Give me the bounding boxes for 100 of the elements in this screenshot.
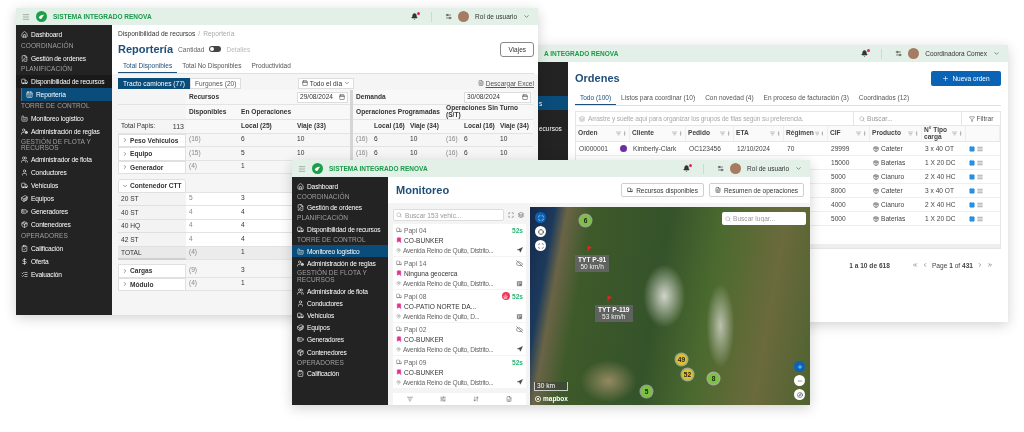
first-page-icon[interactable] (911, 262, 918, 268)
person-icon (297, 299, 304, 307)
bookmark-icon (396, 369, 402, 375)
truck-icon (396, 260, 402, 266)
truck-icon (627, 187, 634, 193)
page-title: Ordenes (575, 72, 620, 84)
filter-icon[interactable] (720, 131, 725, 136)
scan-icon[interactable] (508, 212, 514, 218)
settings-icon[interactable] (895, 50, 903, 57)
calendar-icon (522, 94, 528, 100)
more-icon[interactable] (862, 131, 867, 136)
more-icon[interactable] (914, 131, 919, 136)
document-pen-icon (21, 54, 28, 62)
flag-marker-icon (607, 295, 613, 302)
search-icon (396, 212, 402, 218)
package-icon (873, 173, 879, 180)
more-icon[interactable] (726, 131, 731, 136)
fullscreen-icon (537, 214, 544, 221)
last-page-icon[interactable] (987, 262, 993, 268)
more-icon[interactable] (820, 131, 825, 136)
chevron-down-icon[interactable] (795, 165, 802, 172)
person-icon (21, 169, 28, 177)
more-icon[interactable] (958, 131, 963, 136)
compass-button[interactable] (794, 389, 805, 400)
user-gear-icon (297, 259, 304, 267)
factory-icon (297, 247, 304, 255)
more-icon[interactable] (776, 131, 781, 136)
compass-icon (796, 391, 803, 398)
next-page-icon[interactable] (977, 262, 983, 268)
home-icon (297, 182, 304, 190)
scan-button[interactable] (535, 240, 546, 251)
filter-icon[interactable] (908, 131, 913, 136)
settings-icon[interactable] (717, 165, 725, 172)
locate-button[interactable] (535, 226, 546, 237)
bookmark-icon (396, 303, 402, 309)
menu-icon[interactable] (298, 164, 306, 173)
fullscreen-button[interactable] (535, 212, 546, 223)
calendar-icon (301, 80, 308, 86)
layers-icon (579, 115, 585, 122)
search-icon (725, 215, 731, 222)
menu-icon[interactable] (977, 215, 983, 222)
dollar-icon (21, 257, 28, 265)
truck-icon (396, 227, 402, 233)
minus-icon (796, 377, 803, 384)
toggle-switch[interactable] (209, 46, 222, 52)
chevron-down-icon[interactable] (523, 13, 530, 20)
settings-icon[interactable] (445, 13, 453, 20)
chevron-down-icon (344, 80, 351, 86)
menu-icon[interactable] (977, 145, 983, 152)
map-pin-icon (396, 280, 401, 286)
menu-icon[interactable] (977, 201, 983, 208)
zoom-in-button[interactable] (794, 361, 805, 372)
flag-marker-icon (587, 245, 593, 252)
more-icon[interactable] (622, 131, 627, 136)
sliders-icon[interactable] (439, 396, 446, 402)
truck-icon (396, 293, 402, 299)
avatar (908, 48, 920, 59)
people-icon (21, 156, 28, 164)
filter-icon[interactable] (406, 396, 413, 402)
menu-icon[interactable] (977, 187, 983, 194)
truck-icon (297, 312, 304, 320)
filter-icon (968, 115, 975, 122)
container-icon (21, 195, 28, 203)
layers-icon[interactable] (518, 212, 524, 218)
checklist-icon (21, 270, 28, 278)
crosshair-icon (537, 228, 544, 235)
filter-icon[interactable] (856, 131, 861, 136)
sort-icon[interactable] (473, 396, 480, 402)
filter-icon[interactable] (814, 131, 820, 136)
filter-icon[interactable] (770, 131, 775, 136)
notifications-icon[interactable] (861, 50, 869, 57)
filter-icon[interactable] (952, 131, 957, 136)
package-icon (21, 221, 28, 229)
truck-icon (21, 182, 28, 190)
menu-icon[interactable] (977, 173, 983, 180)
bookmark-icon (396, 237, 402, 243)
notifications-icon[interactable] (411, 13, 419, 20)
factory-icon (21, 114, 28, 122)
zoom-out-button[interactable] (794, 375, 805, 386)
map-pin-icon (396, 247, 401, 253)
menu-icon[interactable] (977, 159, 983, 166)
document-pen-icon (297, 204, 304, 212)
menu-icon[interactable] (22, 12, 30, 21)
previous-page-icon[interactable] (921, 262, 928, 268)
logo-icon (312, 163, 323, 174)
package-icon (873, 159, 879, 166)
chevron-down-icon[interactable] (993, 50, 1000, 57)
filter-icon[interactable] (616, 131, 621, 136)
page-title: Reportería (118, 43, 174, 55)
download-icon[interactable] (506, 396, 513, 402)
battery-icon (21, 208, 28, 216)
plus-icon (942, 74, 950, 82)
filter-icon[interactable] (672, 131, 677, 136)
package-icon (873, 201, 879, 208)
clipboard-icon (297, 370, 304, 378)
calendar-icon (339, 94, 345, 100)
more-icon[interactable] (678, 131, 683, 136)
calendar-icon (26, 91, 33, 98)
notifications-icon[interactable] (683, 165, 691, 172)
home-icon (21, 31, 28, 38)
